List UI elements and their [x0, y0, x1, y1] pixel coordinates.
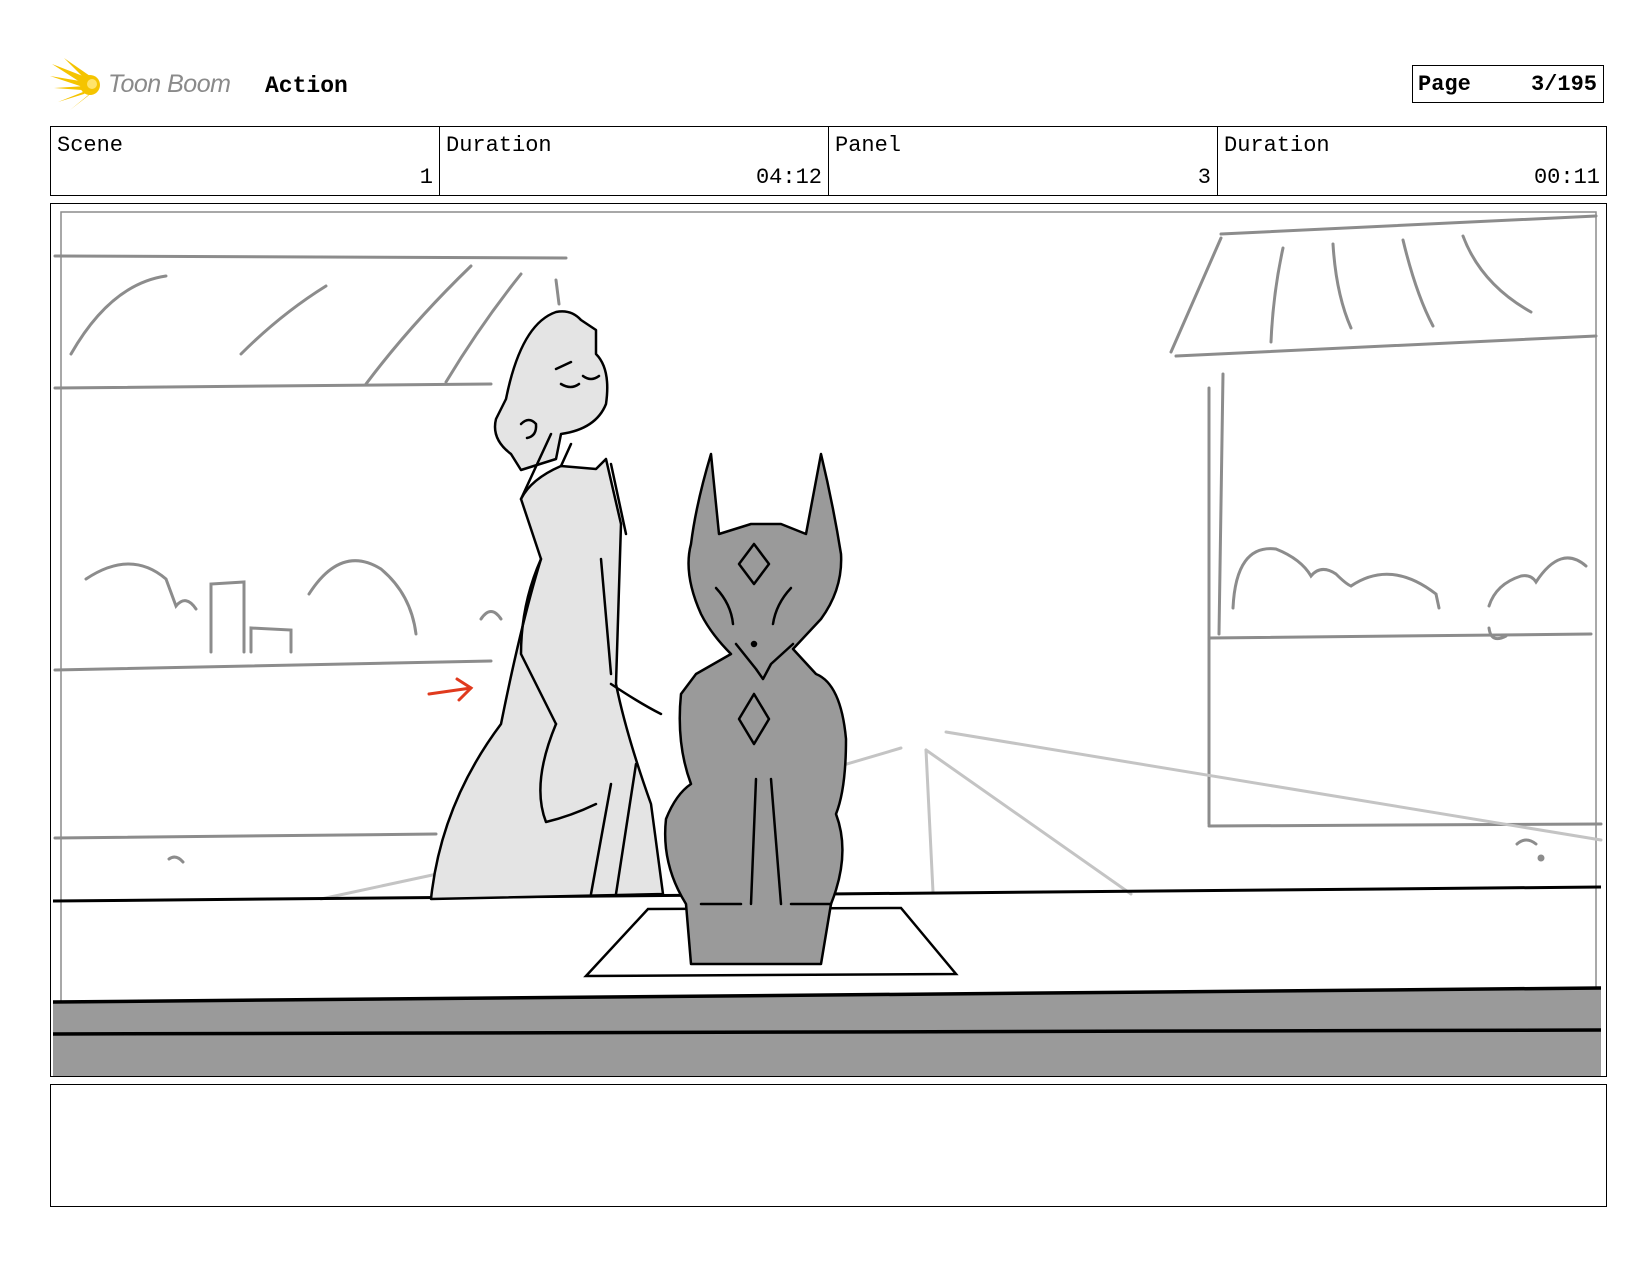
boy-character: [429, 310, 665, 901]
panel-notes-box[interactable]: [50, 1084, 1607, 1207]
panel-sketch: [52, 211, 1603, 1076]
panel-cell: Panel 3: [829, 127, 1218, 195]
page-header: Toon Boom Action Page 3/195: [50, 58, 1608, 114]
panel-duration-value: 00:11: [1533, 165, 1600, 190]
panel-duration-cell: Duration 00:11: [1218, 127, 1606, 195]
scene-duration-cell: Duration 04:12: [440, 127, 829, 195]
scene-label: Scene: [57, 133, 124, 158]
page-label: Page: [1418, 72, 1471, 97]
cat-statue: [663, 452, 848, 966]
panel-duration-label: Duration: [1224, 133, 1330, 158]
storyboard-panel: [50, 203, 1607, 1077]
panel-info-row: Scene 1 Duration 04:12 Panel 3 Duration …: [50, 126, 1607, 196]
right-awning: [1169, 214, 1598, 358]
right-building: [1207, 372, 1603, 862]
left-bushes: [53, 559, 503, 864]
section-title: Action: [265, 73, 348, 99]
page-indicator: Page 3/195: [1412, 65, 1604, 103]
page-number: 3/195: [1530, 72, 1597, 97]
scene-duration-label: Duration: [446, 133, 552, 158]
brand-name: Toon Boom: [108, 70, 231, 98]
scene-cell: Scene 1: [51, 127, 440, 195]
scene-duration-value: 04:12: [755, 165, 822, 190]
left-awning: [53, 254, 568, 390]
panel-label: Panel: [835, 133, 902, 158]
motion-arrow: [427, 677, 474, 702]
panel-value: 3: [1197, 165, 1211, 190]
scene-value: 1: [419, 165, 433, 190]
